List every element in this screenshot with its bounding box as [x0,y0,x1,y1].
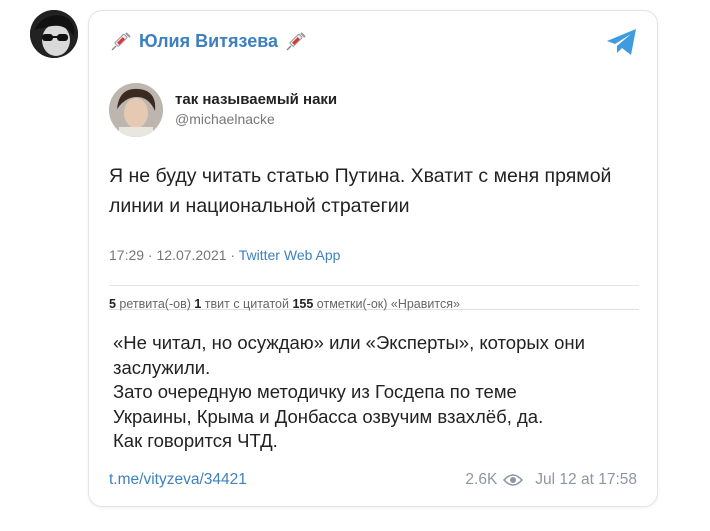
tweet-stats: 5 ретвита(-ов) 1 твит с цитатой 155 отме… [109,297,460,311]
syringe-icon [286,32,306,51]
post-meta: 2.6K Jul 12 at 17:58 [465,471,637,489]
quotes-label: твит с цитатой [201,297,293,311]
eye-icon [503,474,524,486]
likes-count: 155 [292,297,314,311]
post-header: Юлия Витязева [109,27,308,55]
embedded-tweet[interactable]: так называемый наки @michaelnacke Я не б… [109,67,639,311]
message-line: Как говорится ЧТД. [113,430,278,451]
tweet-author-avatar[interactable] [109,83,163,137]
tweet-divider [109,285,639,286]
telegram-post-card: Юлия Витязева так называемый наки @micha… [88,10,658,507]
tweet-source[interactable]: Twitter Web App [239,247,341,263]
message-line: Украины, Крыма и Донбасса озвучим взахлё… [113,405,544,427]
syringe-icon [111,32,131,51]
tweet-timestamp: 17:29 · 12.07.2021 · Twitter Web App [109,247,340,263]
post-footer: t.me/vityzeva/34421 2.6K Jul 12 at 17:58 [109,469,637,493]
message-line: Зато очередную методичку из Госдепа по т… [113,381,517,402]
post-link[interactable]: t.me/vityzeva/34421 [109,471,247,489]
likes-label: отметки(-ок) «Нравится» [313,297,460,311]
message-line: «Не читал, но осуждаю» или «Эксперты», к… [113,332,585,353]
tweet-author-handle[interactable]: @michaelnacke [175,111,275,127]
post-message: «Не читал, но осуждаю» или «Эксперты», к… [113,331,643,454]
channel-avatar[interactable] [30,10,78,58]
retweets-count: 5 [109,297,116,311]
tweet-time: 17:29 · 12.07.2021 · [109,247,239,263]
telegram-plane-icon[interactable] [605,27,639,57]
tweet-text: Я не буду читать статью Путина. Хватит с… [109,165,612,217]
channel-author-name[interactable]: Юлия Витязева [139,31,278,52]
message-line: заслужили. [113,356,211,378]
tweet-author-name[interactable]: так называемый наки [175,91,337,108]
views-count: 2.6K [465,471,498,488]
post-date[interactable]: Jul 12 at 17:58 [535,471,637,489]
retweets-label: ретвита(-ов) [115,297,195,311]
